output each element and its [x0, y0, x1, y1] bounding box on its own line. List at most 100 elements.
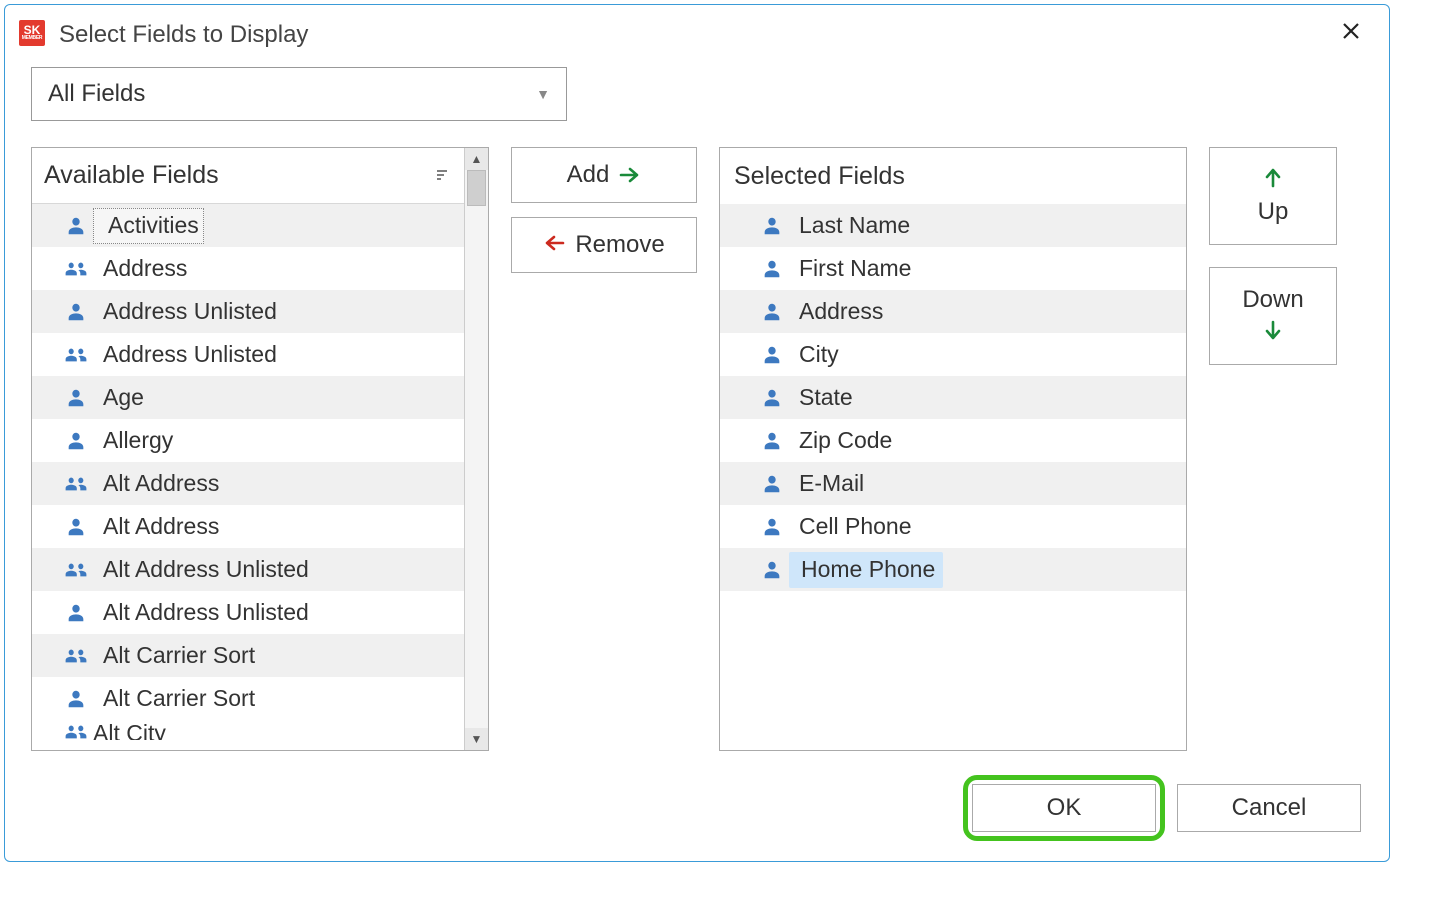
list-item-label: Zip Code: [789, 427, 892, 453]
add-button[interactable]: Add: [511, 147, 697, 203]
field-filter-value: All Fields: [48, 80, 536, 108]
list-item-label: Address Unlisted: [93, 298, 277, 324]
list-item[interactable]: Alt Address: [32, 462, 464, 505]
list-item-label: Alt Address Unlisted: [93, 556, 309, 582]
arrow-down-icon: [1264, 320, 1282, 346]
person-icon: [760, 300, 784, 324]
list-item-label: State: [789, 384, 853, 410]
app-logo-icon: SKMEMBER: [19, 20, 45, 46]
person-icon: [64, 386, 88, 410]
move-up-label: Up: [1258, 198, 1289, 226]
list-item[interactable]: Activities: [32, 204, 464, 247]
arrow-right-icon: [619, 162, 641, 188]
list-item-label: Alt Address Unlisted: [93, 599, 309, 625]
cancel-button[interactable]: Cancel: [1177, 784, 1361, 832]
list-item[interactable]: Address Unlisted: [32, 290, 464, 333]
scroll-down-button[interactable]: ▼: [465, 728, 488, 750]
selected-fields-header-label: Selected Fields: [734, 162, 905, 191]
group-icon: [64, 558, 88, 582]
cancel-button-label: Cancel: [1232, 794, 1307, 822]
list-item[interactable]: Allergy: [32, 419, 464, 462]
list-item-label: E-Mail: [789, 470, 864, 496]
ok-button-highlight: OK: [963, 775, 1165, 841]
move-up-button[interactable]: Up: [1209, 147, 1337, 245]
close-button[interactable]: [1331, 17, 1371, 48]
available-fields-listbox: Available Fields Activities Address Addres…: [31, 147, 489, 751]
list-item[interactable]: Alt Address Unlisted: [32, 548, 464, 591]
list-item[interactable]: Address: [32, 247, 464, 290]
person-icon: [64, 515, 88, 539]
list-item[interactable]: Cell Phone: [720, 505, 1186, 548]
person-icon: [760, 343, 784, 367]
list-item-label: Alt City: [93, 720, 166, 740]
selected-fields-header[interactable]: Selected Fields: [720, 148, 1186, 204]
caret-down-icon: ▼: [536, 86, 550, 102]
person-icon: [64, 687, 88, 711]
person-icon: [64, 300, 88, 324]
remove-button-label: Remove: [575, 231, 664, 259]
list-item-partial[interactable]: Alt City: [32, 720, 464, 740]
available-fields-header-label: Available Fields: [44, 161, 219, 190]
remove-button[interactable]: Remove: [511, 217, 697, 273]
list-item-label: Age: [93, 384, 144, 410]
selected-fields-listbox: Selected Fields Last Name First Name Addre…: [719, 147, 1187, 751]
available-fields-header[interactable]: Available Fields: [32, 148, 464, 204]
list-item[interactable]: Address: [720, 290, 1186, 333]
person-icon: [64, 429, 88, 453]
group-icon: [64, 343, 88, 367]
person-icon: [64, 214, 88, 238]
list-item-label: City: [789, 341, 839, 367]
sort-ascending-icon[interactable]: [436, 168, 450, 184]
list-item[interactable]: Home Phone: [720, 548, 1186, 591]
ok-button-label: OK: [1047, 794, 1082, 822]
dialog-footer: OK Cancel: [963, 775, 1361, 841]
person-icon: [64, 601, 88, 625]
list-item-label: Address Unlisted: [93, 341, 277, 367]
list-item[interactable]: First Name: [720, 247, 1186, 290]
list-item-label: Alt Address: [93, 513, 219, 539]
group-icon: [64, 472, 88, 496]
person-icon: [760, 257, 784, 281]
arrow-up-icon: [1264, 166, 1282, 192]
scroll-up-button[interactable]: ▲: [465, 148, 488, 170]
dialog-title: Select Fields to Display: [59, 15, 1331, 49]
person-icon: [760, 386, 784, 410]
list-item[interactable]: Alt Address: [32, 505, 464, 548]
list-item-label: Alt Carrier Sort: [93, 685, 255, 711]
list-item[interactable]: Alt Carrier Sort: [32, 677, 464, 720]
list-item-label: Allergy: [93, 427, 173, 453]
group-icon: [64, 720, 88, 740]
list-item[interactable]: Alt Carrier Sort: [32, 634, 464, 677]
field-filter-select[interactable]: All Fields ▼: [31, 67, 567, 121]
list-item-label: Alt Address: [93, 470, 219, 496]
move-down-button[interactable]: Down: [1209, 267, 1337, 365]
group-icon: [64, 257, 88, 281]
person-icon: [760, 472, 784, 496]
scrollbar[interactable]: ▲ ▼: [464, 148, 488, 750]
list-item[interactable]: Alt Address Unlisted: [32, 591, 464, 634]
person-icon: [760, 558, 784, 582]
list-item[interactable]: Age: [32, 376, 464, 419]
list-item-label: Last Name: [789, 212, 910, 238]
person-icon: [760, 429, 784, 453]
scroll-thumb[interactable]: [467, 170, 486, 206]
list-item[interactable]: E-Mail: [720, 462, 1186, 505]
list-item-label: Address: [93, 255, 187, 281]
list-item-label: Activities: [98, 212, 199, 239]
list-item-label: Alt Carrier Sort: [93, 642, 255, 668]
list-item[interactable]: City: [720, 333, 1186, 376]
list-item-label: First Name: [789, 255, 911, 281]
group-icon: [64, 644, 88, 668]
person-icon: [760, 515, 784, 539]
list-item[interactable]: Zip Code: [720, 419, 1186, 462]
person-icon: [760, 214, 784, 238]
move-down-label: Down: [1242, 286, 1303, 314]
list-item-label: Address: [789, 298, 883, 324]
list-item[interactable]: State: [720, 376, 1186, 419]
arrow-left-icon: [543, 231, 565, 259]
list-item[interactable]: Last Name: [720, 204, 1186, 247]
list-item[interactable]: Address Unlisted: [32, 333, 464, 376]
scroll-track[interactable]: [465, 170, 488, 728]
ok-button[interactable]: OK: [972, 784, 1156, 832]
title-bar: SKMEMBER Select Fields to Display: [5, 5, 1389, 53]
